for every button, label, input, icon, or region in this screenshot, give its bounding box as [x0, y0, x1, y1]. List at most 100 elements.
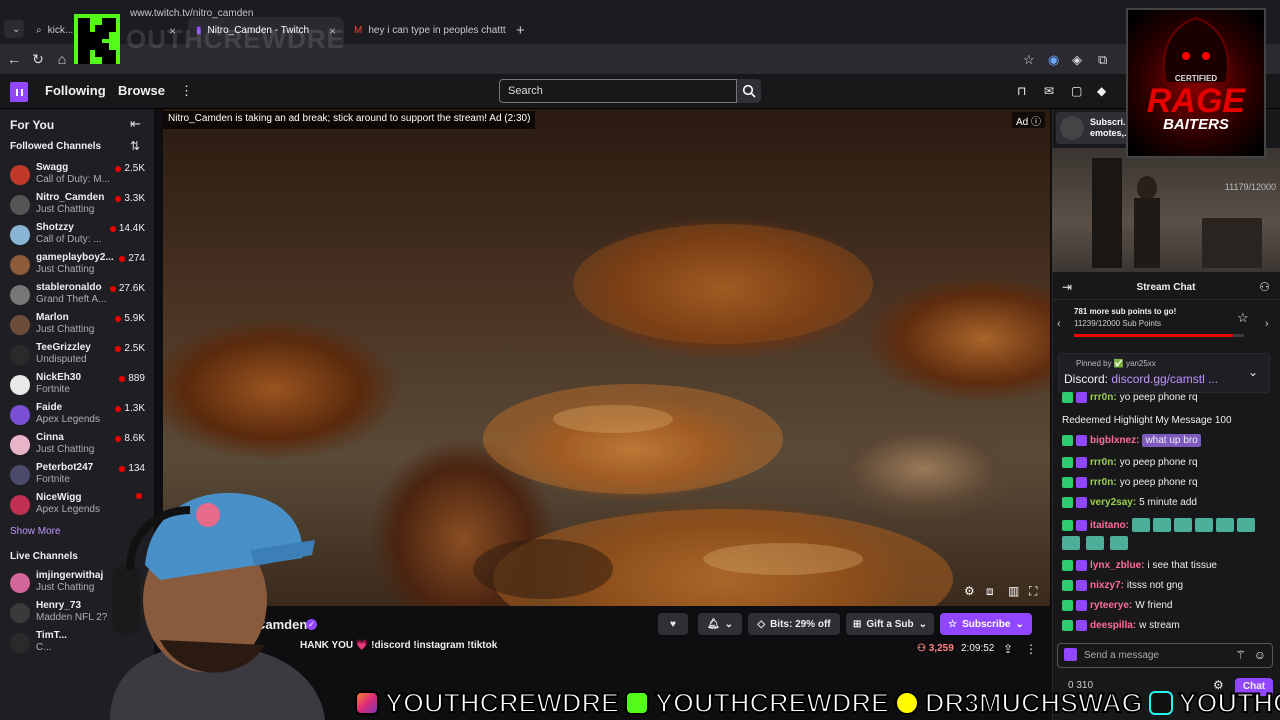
- search-button[interactable]: [737, 79, 761, 103]
- chevron-left-icon[interactable]: ‹: [1057, 318, 1061, 330]
- chat-message[interactable]: lynx_zblue: i see that tissue: [1062, 560, 1217, 571]
- reload-icon[interactable]: ↻: [26, 51, 50, 68]
- chevron-down-icon[interactable]: ⌄: [1248, 365, 1258, 379]
- chat-username[interactable]: itaitano:: [1090, 520, 1129, 531]
- sidebar-channel[interactable]: Swagg Call of Duty: M... 2.5K: [10, 162, 150, 190]
- nav-following[interactable]: Following: [45, 83, 106, 98]
- sidebar-channel[interactable]: Marlon Just Chatting 5.9K: [10, 312, 150, 340]
- sidebar-channel[interactable]: Shotzzy Call of Duty: ... 14.4K: [10, 222, 150, 250]
- extensions-menu-icon[interactable]: ⧉: [1098, 52, 1107, 68]
- gift-sub-button[interactable]: ⊞ Gift a Sub ⌄: [846, 613, 934, 635]
- chat-message[interactable]: itaitano:: [1062, 518, 1258, 532]
- kick-icon: [625, 691, 649, 715]
- chat-username[interactable]: deespilla:: [1090, 620, 1136, 631]
- settings-gear-icon[interactable]: ⚙: [964, 584, 975, 598]
- viewer-count: 5.9K: [115, 313, 145, 324]
- inbox-icon[interactable]: ⊓: [1017, 84, 1026, 98]
- chevron-down-icon: ⌄: [724, 618, 734, 630]
- chat-username[interactable]: very2say:: [1090, 497, 1136, 508]
- subscribe-button[interactable]: ☆ Subscribe ⌄: [940, 613, 1032, 635]
- emote-picker-icon[interactable]: ☺: [1254, 648, 1266, 662]
- collapse-sidebar-icon[interactable]: ⇤: [130, 116, 141, 132]
- sidebar-channel[interactable]: stableronaldo Grand Theft A... 27.6K: [10, 282, 150, 310]
- chat-message[interactable]: Redeemed Highlight My Message 100: [1062, 415, 1232, 426]
- show-more-link[interactable]: Show More: [10, 526, 61, 537]
- stream-uptime: 2:09:52: [961, 643, 995, 654]
- chat-username[interactable]: rrr0n:: [1090, 392, 1117, 403]
- chat-username[interactable]: nixzy7:: [1090, 580, 1124, 591]
- chat-text: 5 minute add: [1139, 497, 1197, 508]
- back-icon[interactable]: ←: [2, 51, 26, 67]
- chat-badge-icon[interactable]: [1064, 648, 1077, 661]
- share-icon[interactable]: ⇪: [1003, 642, 1013, 656]
- chevron-right-icon[interactable]: ›: [1265, 318, 1269, 330]
- nav-browse[interactable]: Browse: [118, 83, 165, 98]
- extension-icon[interactable]: ◉: [1048, 52, 1059, 68]
- bits-icon[interactable]: ⚚: [1235, 648, 1246, 662]
- viewer-count: 1.3K: [115, 403, 145, 414]
- chat-message[interactable]: rrr0n: yo peep phone rq: [1062, 392, 1198, 403]
- emote-row: [1062, 536, 1131, 550]
- follow-heart-button[interactable]: ♥: [658, 613, 688, 635]
- sidebar-channel[interactable]: Faide Apex Legends 1.3K: [10, 402, 150, 430]
- star-icon[interactable]: ☆: [1237, 310, 1249, 326]
- bits-button[interactable]: ◇ Bits: 29% off: [748, 613, 840, 635]
- more-menu-icon[interactable]: ⋮: [180, 83, 193, 99]
- live-dot-icon: [115, 405, 122, 412]
- chat-message[interactable]: very2say: 5 minute add: [1062, 497, 1197, 508]
- sidebar-channel[interactable]: TeeGrizzley Undisputed 2.5K: [10, 342, 150, 370]
- chat-message[interactable]: ryteerye: W friend: [1062, 600, 1173, 611]
- star-icon: ☆: [948, 618, 958, 630]
- avatar: [10, 633, 30, 653]
- chat-username[interactable]: ryteerye:: [1090, 600, 1132, 611]
- more-options-icon[interactable]: ⋮: [1025, 642, 1037, 656]
- chat-badge-icon: [1062, 457, 1073, 468]
- url-field[interactable]: www.twitch.tv/nitro_camden: [130, 8, 253, 19]
- new-tab-button[interactable]: +: [508, 17, 530, 44]
- sidebar-channel[interactable]: Nitro_Camden Just Chatting 3.3K: [10, 192, 150, 220]
- search-input[interactable]: Search: [499, 79, 737, 103]
- search-icon: [742, 84, 756, 98]
- prime-icon[interactable]: ◆: [1097, 84, 1106, 98]
- community-icon[interactable]: ⚇: [1259, 280, 1270, 294]
- whispers-icon[interactable]: ✉: [1044, 84, 1054, 98]
- avatar: [10, 435, 30, 455]
- chat-message[interactable]: rrr0n: yo peep phone rq: [1062, 457, 1198, 468]
- chat-badge-icon: [1062, 600, 1073, 611]
- live-dot-icon: [115, 315, 122, 322]
- sort-icon[interactable]: ⇅: [130, 139, 140, 153]
- sidebar-channel[interactable]: gameplayboy2... Just Chatting 274: [10, 252, 150, 280]
- extension-icon[interactable]: ◈: [1072, 52, 1082, 68]
- viewer-count: 14.4K: [109, 223, 145, 234]
- snapchat-icon: [895, 691, 919, 715]
- chat-username[interactable]: lynx_zblue:: [1090, 560, 1144, 571]
- sidebar-channel[interactable]: NickEh30 Fortnite 889: [10, 372, 150, 400]
- chat-username[interactable]: rrr0n:: [1090, 477, 1117, 488]
- chat-input[interactable]: Send a message ⚚ ☺: [1057, 643, 1273, 668]
- chat-username[interactable]: rrr0n:: [1090, 457, 1117, 468]
- home-icon[interactable]: ⌂: [50, 51, 74, 67]
- sidebar-channel[interactable]: Cinna Just Chatting 8.6K: [10, 432, 150, 460]
- viewer-count: ⚇ 3,259: [917, 643, 954, 654]
- chat-message[interactable]: deespilla: w stream: [1062, 620, 1180, 631]
- channel-name: Swagg: [36, 162, 69, 173]
- chat-badge-icon: [1076, 620, 1087, 631]
- chat-username[interactable]: bigblxnez:: [1090, 435, 1139, 446]
- fullscreen-icon[interactable]: ⛶: [1029, 584, 1037, 599]
- bookmark-star-icon[interactable]: ☆: [1023, 52, 1035, 68]
- chat-badge-icon: [1062, 477, 1073, 488]
- browser-tab[interactable]: M hey i can type in peoples chattt - y ×: [346, 17, 506, 44]
- chat-message[interactable]: bigblxnez: what up bro: [1062, 434, 1201, 447]
- chat-badge-icon: [1076, 457, 1087, 468]
- twitch-logo-icon[interactable]: [10, 82, 28, 102]
- avatar: [1060, 116, 1084, 140]
- chat-badge-icon: [1062, 392, 1073, 403]
- tab-list-button[interactable]: ⌄: [4, 20, 24, 38]
- notifications-button[interactable]: 🔔︎ ⌄: [698, 613, 742, 635]
- theatre-mode-icon[interactable]: ▥: [1008, 584, 1019, 598]
- clip-icon[interactable]: ⧈: [986, 584, 994, 599]
- chat-message[interactable]: rrr0n: yo peep phone rq: [1062, 477, 1198, 488]
- chat-message[interactable]: nixzy7: itsss not gng: [1062, 580, 1183, 591]
- notifications-icon[interactable]: ▢: [1071, 84, 1082, 98]
- chat-badge-icon: [1076, 497, 1087, 508]
